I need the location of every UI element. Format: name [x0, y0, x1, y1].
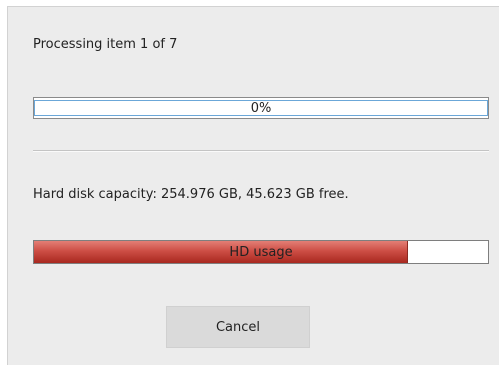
- cancel-button[interactable]: Cancel: [166, 306, 310, 348]
- hd-usage-bar: HD usage: [33, 240, 489, 264]
- hd-usage-label: HD usage: [229, 244, 293, 260]
- status-text: Processing item 1 of 7: [33, 37, 178, 52]
- progress-dialog: Processing item 1 of 7 0% Hard disk capa…: [7, 6, 499, 365]
- divider: [33, 150, 489, 152]
- progress-label: 0%: [250, 100, 272, 116]
- progress-bar: 0%: [33, 97, 489, 119]
- disk-capacity-text: Hard disk capacity: 254.976 GB, 45.623 G…: [33, 187, 349, 202]
